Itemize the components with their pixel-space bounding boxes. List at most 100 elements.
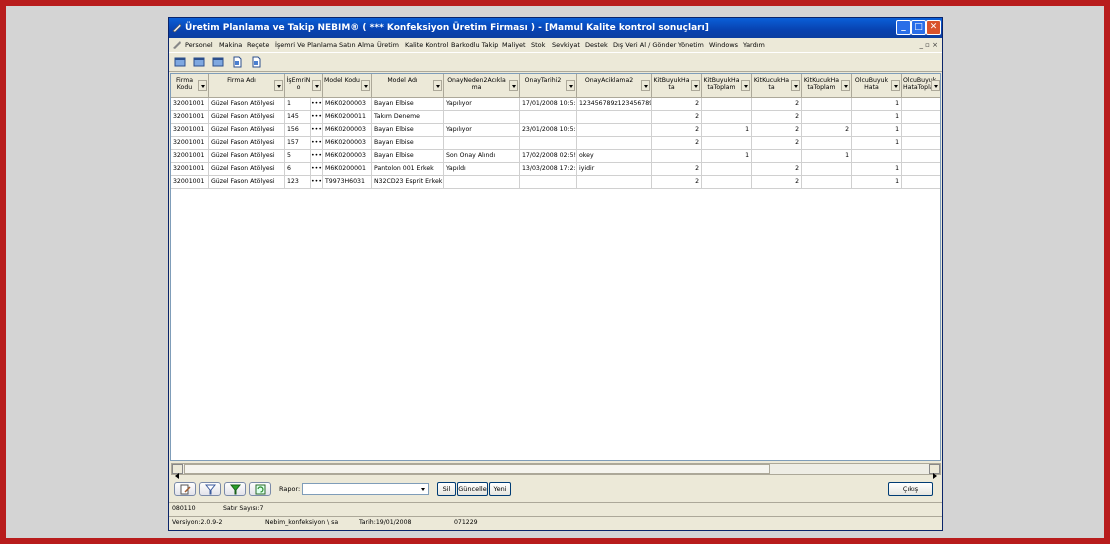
menu-personel[interactable]: Personel <box>185 38 213 52</box>
column-header-olcu-buyuk-hata-toplam[interactable]: OlcuBuyuk HataToplam <box>902 74 940 98</box>
column-header-kit-buyuk-hata-toplam[interactable]: KitBuyukHa taToplam <box>702 74 752 98</box>
column-filter-dropdown-icon[interactable] <box>691 80 700 91</box>
column-header-kit-buyuk-hata[interactable]: KitBuyukHa ta <box>652 74 702 98</box>
edit-button[interactable] <box>174 482 196 496</box>
print-icon[interactable] <box>231 56 243 68</box>
menu-yardim[interactable]: Yardım <box>743 38 765 52</box>
apply-filter-button[interactable] <box>224 482 246 496</box>
column-header-model-adi[interactable]: Model Adı <box>372 74 444 98</box>
delete-button[interactable]: Sil <box>437 482 456 496</box>
refresh-icon <box>255 484 266 495</box>
menu-barkodlu-takip[interactable]: Barkodlu Takip <box>451 38 498 52</box>
maximize-button[interactable]: □ <box>911 20 926 35</box>
menu-isemri[interactable]: İşemri Ve Planlama <box>275 38 337 52</box>
column-header-onay-neden[interactable]: OnayNeden2Acıkla ma <box>444 74 520 98</box>
new-icon[interactable] <box>174 56 186 68</box>
chevron-down-icon[interactable] <box>418 484 428 494</box>
cell-firma-adi: Güzel Fason Atölyesi <box>209 163 285 176</box>
column-header-firma-adi[interactable]: Firma Adı <box>209 74 285 98</box>
cell-kit-kucuk-hata <box>752 150 802 163</box>
column-header-kit-kucuk-hata-toplam[interactable]: KitKucukHa taToplam <box>802 74 852 98</box>
cell-kit-kucuk-hata: 2 <box>752 111 802 124</box>
column-filter-dropdown-icon[interactable] <box>891 80 900 91</box>
preview-icon[interactable] <box>250 56 262 68</box>
menu-kalite-kontrol[interactable]: Kalite Kontrol <box>405 38 448 52</box>
scroll-right-button[interactable] <box>929 464 940 479</box>
menu-maliyet[interactable]: Maliyet <box>502 38 526 52</box>
column-header-label: KitKucukHa taToplam <box>803 77 840 91</box>
refresh-button[interactable] <box>249 482 271 496</box>
number-text: 071229 <box>454 519 478 526</box>
column-header-firma-kodu[interactable]: Firma Kodu <box>171 74 209 98</box>
cell-onay-neden: Son Onay Alındı <box>444 150 520 163</box>
update-button[interactable]: Güncelle <box>457 482 488 496</box>
column-header-model-kodu[interactable]: Model Kodu <box>323 74 372 98</box>
column-header-kit-kucuk-hata[interactable]: KitKucukHa ta <box>752 74 802 98</box>
column-filter-dropdown-icon[interactable] <box>931 80 940 91</box>
cell-olcu-buyuk-hata: 1 <box>852 137 902 150</box>
column-header-label: OnayAciklama2 <box>584 77 634 84</box>
cell-firma-adi: Güzel Fason Atölyesi <box>209 111 285 124</box>
column-filter-dropdown-icon[interactable] <box>509 80 518 91</box>
column-header-label: Firma Kodu <box>175 77 194 91</box>
cell-onay-aciklama: okey <box>577 150 652 163</box>
row-detail-button[interactable]: ••• <box>311 98 323 111</box>
minimize-button[interactable]: _ <box>896 20 911 35</box>
scroll-thumb[interactable] <box>184 464 770 474</box>
row-detail-button[interactable]: ••• <box>311 163 323 176</box>
new-button[interactable]: Yeni <box>489 482 511 496</box>
row-detail-button[interactable]: ••• <box>311 176 323 189</box>
column-header-label: Model Kodu <box>324 77 360 84</box>
column-filter-dropdown-icon[interactable] <box>741 80 750 91</box>
row-detail-button[interactable]: ••• <box>311 137 323 150</box>
menu-satin-alma[interactable]: Satın Alma <box>339 38 374 52</box>
menu-dis-veri[interactable]: Dış Veri Al / Gönder <box>613 38 676 52</box>
menu-sevkiyat[interactable]: Sevkiyat <box>552 38 580 52</box>
column-header-olcu-buyuk-hata[interactable]: OlcuBuyuk Hata <box>852 74 902 98</box>
mdi-window-controls[interactable]: _ ▫ × <box>919 38 938 52</box>
cell-onay-tarihi <box>520 137 577 150</box>
cell-onay-aciklama: iyidir <box>577 163 652 176</box>
column-filter-dropdown-icon[interactable] <box>566 80 575 91</box>
row-detail-button[interactable]: ••• <box>311 150 323 163</box>
column-filter-dropdown-icon[interactable] <box>361 80 370 91</box>
status-code: 080110 <box>172 505 196 512</box>
column-filter-dropdown-icon[interactable] <box>198 80 207 91</box>
menu-uretim[interactable]: Üretim <box>377 38 399 52</box>
menu-makina[interactable]: Makina <box>219 38 242 52</box>
horizontal-scrollbar[interactable] <box>171 463 941 479</box>
cell-kit-buyuk-hata-toplam: 1 <box>702 124 752 137</box>
row-detail-button[interactable]: ••• <box>311 111 323 124</box>
column-header-isemri-no[interactable]: İşEmriN o <box>285 74 323 98</box>
cell-model-adi: Takım Deneme <box>372 111 444 124</box>
menu-stok[interactable]: Stok <box>531 38 545 52</box>
close-button[interactable]: ✕ <box>926 20 941 35</box>
cell-model-kodu: T9973H6031 <box>323 176 372 189</box>
column-filter-dropdown-icon[interactable] <box>841 80 850 91</box>
filter-button[interactable] <box>199 482 221 496</box>
column-header-onay-aciklama[interactable]: OnayAciklama2 <box>577 74 652 98</box>
results-grid[interactable]: Firma Kodu Firma Adı İşEmriN o Model Kodu Mo… <box>170 73 941 461</box>
exit-button[interactable]: Çıkış <box>888 482 933 496</box>
menu-destek[interactable]: Destek <box>585 38 608 52</box>
column-filter-dropdown-icon[interactable] <box>641 80 650 91</box>
menu-recete[interactable]: Reçete <box>247 38 269 52</box>
open-icon[interactable] <box>193 56 205 68</box>
cell-model-kodu: M6K0200003 <box>323 98 372 111</box>
scroll-left-button[interactable] <box>172 464 183 479</box>
column-header-onay-tarihi[interactable]: OnayTarihi2 <box>520 74 577 98</box>
save-icon[interactable] <box>212 56 224 68</box>
row-detail-button[interactable]: ••• <box>311 124 323 137</box>
column-filter-dropdown-icon[interactable] <box>433 80 442 91</box>
column-filter-dropdown-icon[interactable] <box>274 80 283 91</box>
menu-yonetim[interactable]: Yönetim <box>678 38 704 52</box>
title-bar[interactable]: Üretim Planlama ve Takip NEBIM® ( *** Ko… <box>169 18 942 38</box>
cell-firma-kodu: 32001001 <box>171 124 209 137</box>
cell-kit-kucuk-hata: 2 <box>752 163 802 176</box>
column-filter-dropdown-icon[interactable] <box>791 80 800 91</box>
cell-olcu-buyuk-hata-toplam <box>902 111 940 124</box>
column-filter-dropdown-icon[interactable] <box>312 80 321 91</box>
menu-windows[interactable]: Windows <box>709 38 738 52</box>
rapor-select[interactable] <box>302 483 429 495</box>
cell-olcu-buyuk-hata: 1 <box>852 163 902 176</box>
